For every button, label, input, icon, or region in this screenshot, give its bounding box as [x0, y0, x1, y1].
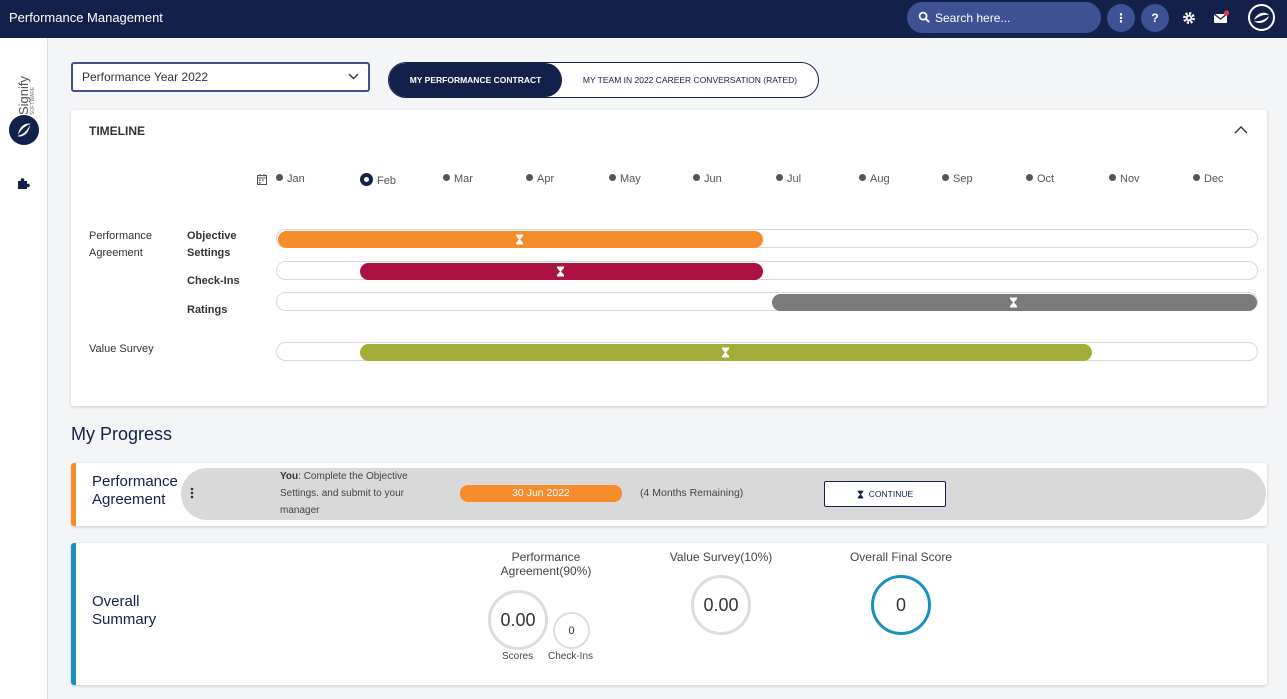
value-survey-track [276, 342, 1258, 361]
ratings-track [276, 292, 1258, 311]
search-box[interactable] [907, 2, 1101, 33]
timeline-title: TIMELINE [89, 124, 145, 138]
vs-score-ring: 0.00 [691, 575, 751, 635]
objective-settings-track [276, 229, 1258, 248]
brand-logo[interactable] [9, 115, 39, 145]
contract-tabs: MY PERFORMANCE CONTRACT MY TEAM IN 2022 … [388, 62, 819, 98]
performance-agreement-title: Performance Agreement [92, 473, 178, 508]
timeline-month-jun: Jun [693, 173, 722, 185]
final-score-ring: 0 [871, 575, 931, 635]
timeline-month-mar: Mar [443, 173, 473, 185]
hourglass-icon [1010, 297, 1017, 308]
performance-year-select[interactable]: Performance Year 2022 [71, 62, 370, 92]
overall-final-score-heading: Overall Final Score [849, 550, 953, 564]
more-menu-button[interactable]: ⋮ [1107, 4, 1135, 32]
brand-swoosh-icon [1254, 12, 1269, 24]
timeline-month-aug: Aug [859, 173, 890, 185]
overall-summary-title: Overall Summary [92, 593, 157, 628]
check-ins-ring: 0 [553, 612, 590, 649]
value-survey-weight-heading: Value Survey(10%) [669, 550, 773, 564]
hourglass-icon [516, 234, 523, 245]
performance-agreement-group-label: Performance Agreement [89, 230, 152, 259]
chevron-down-icon [348, 73, 359, 80]
performance-agreement-task: You: Complete the Objective Settings. an… [181, 468, 1266, 520]
search-input[interactable] [935, 9, 1085, 27]
svg-text:SOFTWARE: SOFTWARE [30, 86, 36, 115]
timeline-month-may: May [609, 173, 641, 185]
performance-agreement-weight-heading: Performance Agreement(90%) [500, 550, 592, 578]
chevron-up-icon[interactable] [1234, 125, 1248, 134]
check-ins-track [276, 261, 1258, 280]
user-avatar[interactable] [1248, 4, 1275, 31]
timeline-month-jul: Jul [776, 173, 801, 185]
brand-wordmark: Signify SOFTWARE [16, 75, 36, 115]
ratings-label: Ratings [187, 304, 228, 316]
calendar-icon [257, 174, 267, 185]
pa-score-caption: Scores [502, 651, 534, 662]
tab-my-team-career-conversation[interactable]: MY TEAM IN 2022 CAREER CONVERSATION (RAT… [562, 63, 818, 97]
svg-text:Signify: Signify [16, 75, 31, 115]
gear-icon[interactable] [1181, 10, 1197, 26]
timeline-month-nov: Nov [1109, 173, 1140, 185]
my-progress-title: My Progress [71, 424, 173, 444]
puzzle-icon[interactable] [16, 176, 31, 191]
months-remaining: (4 Months Remaining) [640, 487, 744, 499]
timeline-month-sep: Sep [942, 173, 973, 185]
check-ins-label: Check-Ins [187, 275, 240, 287]
timeline-card: TIMELINE Jan Feb Mar Apr May Jun Jul Aug… [71, 110, 1267, 406]
objective-settings-label: Objective Settings [187, 230, 237, 259]
year-select-value: Performance Year 2022 [82, 70, 209, 84]
value-survey-group-label: Value Survey [89, 343, 154, 355]
performance-agreement-card: Performance Agreement You: Complete the … [71, 463, 1267, 526]
timeline-month-oct: Oct [1026, 173, 1054, 185]
mail-notification-icon[interactable] [1213, 10, 1229, 26]
check-ins-caption: Check-Ins [548, 651, 594, 662]
continue-button[interactable]: CONTINUE [824, 481, 946, 507]
search-icon [918, 11, 930, 23]
task-description: You: Complete the Objective Settings. an… [280, 471, 408, 516]
app-title: Performance Management [9, 10, 163, 25]
hourglass-icon [557, 266, 564, 277]
timeline-month-feb-current: Feb [360, 173, 396, 187]
due-date-badge: 30 Jun 2022 [460, 485, 622, 502]
hourglass-icon [722, 347, 729, 358]
top-bar: Performance Management ⋮ ? [0, 0, 1287, 38]
overall-summary-card: Overall Summary Performance Agreement(90… [71, 543, 1267, 685]
timeline-month-apr: Apr [526, 173, 554, 185]
pa-score-ring: 0.00 [488, 590, 548, 650]
help-button[interactable]: ? [1141, 4, 1169, 32]
tab-my-performance-contract[interactable]: MY PERFORMANCE CONTRACT [389, 63, 562, 97]
hourglass-icon [857, 490, 864, 498]
brand-swoosh-icon [17, 123, 31, 137]
timeline-month-jan: Jan [276, 173, 305, 185]
timeline-month-dec: Dec [1193, 173, 1224, 185]
kebab-menu-icon[interactable] [190, 486, 194, 500]
